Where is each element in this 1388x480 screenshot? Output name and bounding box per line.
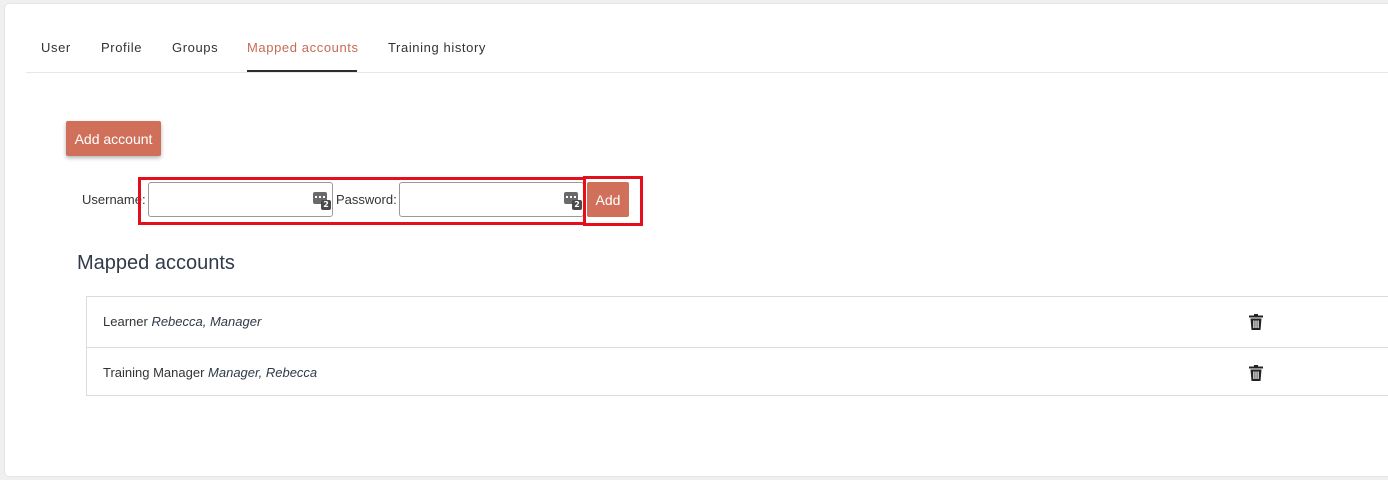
fields-highlight-box <box>138 177 586 225</box>
tab-user[interactable]: User <box>41 28 71 72</box>
tab-bar: User Profile Groups Mapped accounts Trai… <box>26 28 1388 73</box>
account-name: Manager, Rebecca <box>208 365 318 380</box>
trash-icon[interactable] <box>1249 314 1263 330</box>
trash-icon[interactable] <box>1249 365 1263 381</box>
section-title: Mapped accounts <box>77 252 235 274</box>
mapped-accounts-list: Learner Rebecca, Manager Training Manage… <box>86 296 1388 396</box>
content-card <box>5 4 1388 476</box>
account-role: Training Manager <box>103 365 205 380</box>
username-label: Username: <box>82 192 146 207</box>
account-name: Rebecca, Manager <box>151 314 262 329</box>
tab-groups[interactable]: Groups <box>172 28 218 72</box>
list-item: Learner Rebecca, Manager <box>87 297 1388 347</box>
tab-mapped-accounts[interactable]: Mapped accounts <box>247 28 358 72</box>
account-role: Learner <box>103 314 148 329</box>
tab-profile[interactable]: Profile <box>101 28 142 72</box>
tab-training-history[interactable]: Training history <box>388 28 486 72</box>
list-item: Training Manager Manager, Rebecca <box>87 347 1388 397</box>
add-button-highlight-box <box>583 176 643 226</box>
account-text: Training Manager Manager, Rebecca <box>103 365 317 380</box>
add-account-button[interactable]: Add account <box>66 121 161 156</box>
account-text: Learner Rebecca, Manager <box>103 314 261 329</box>
